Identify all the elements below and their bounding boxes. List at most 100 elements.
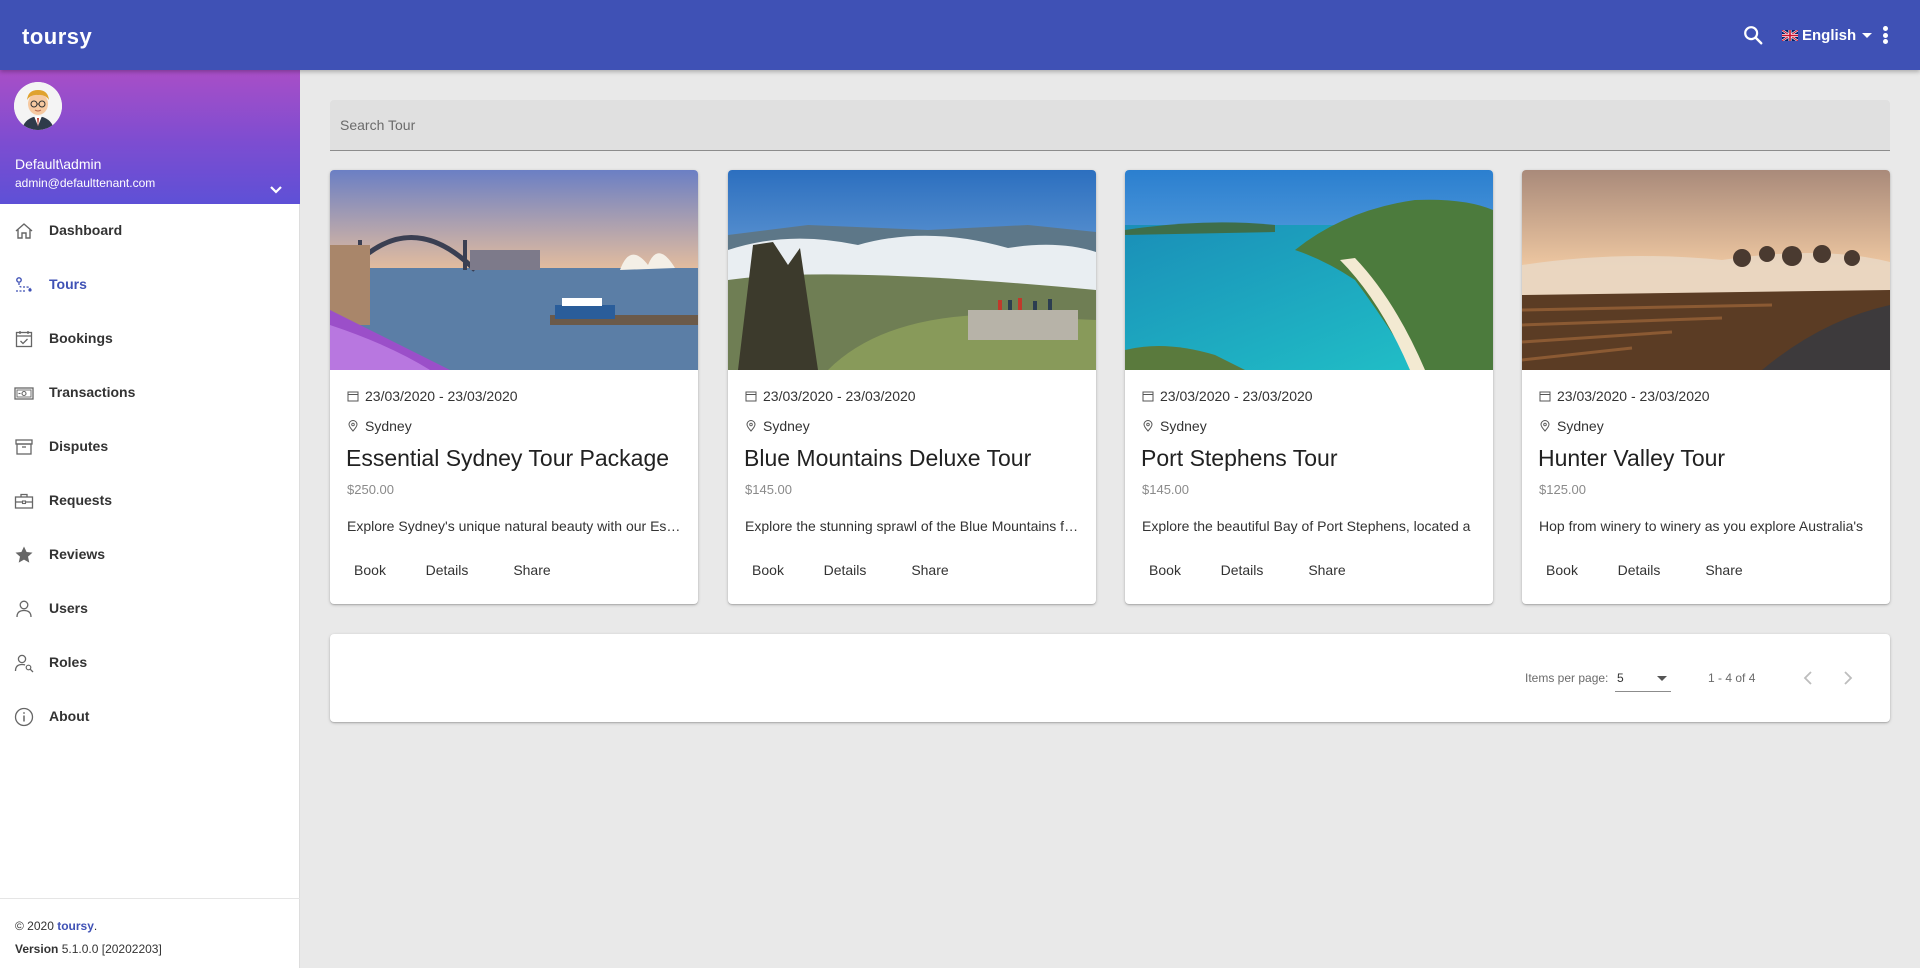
sidebar: Default\admin admin@defaulttenant.com Da… (0, 70, 300, 968)
tour-date: 23/03/2020 - 23/03/2020 (1539, 388, 1710, 404)
search-icon[interactable] (1742, 24, 1764, 46)
sidebar-item-users[interactable]: Users (0, 582, 300, 636)
tour-title: Hunter Valley Tour (1538, 445, 1726, 471)
version-line: Version 5.1.0.0 [20202203] (15, 938, 285, 961)
items-per-page-label: Items per page: (1525, 671, 1609, 685)
tour-date-text: 23/03/2020 - 23/03/2020 (1160, 388, 1313, 404)
tour-location-text: Sydney (1557, 418, 1604, 434)
user-avatar-image (14, 82, 62, 130)
sidebar-item-dashboard[interactable]: Dashboard (0, 204, 300, 258)
tour-title: Essential Sydney Tour Package (346, 445, 670, 471)
calendar-icon (745, 391, 757, 402)
copyright-text: © 2020 (15, 919, 54, 933)
search-input[interactable] (340, 100, 1840, 150)
sidebar-item-about[interactable]: About (0, 690, 300, 744)
sidebar-item-disputes[interactable]: Disputes (0, 420, 300, 474)
tour-location: Sydney (1539, 418, 1604, 434)
calendar-icon (1539, 391, 1551, 402)
tour-location: Sydney (1142, 418, 1207, 434)
book-button[interactable]: Book (1133, 552, 1197, 588)
book-button[interactable]: Book (338, 552, 402, 588)
location-pin-icon (1540, 420, 1550, 432)
tour-description: Explore Sydney's unique natural beauty w… (347, 518, 683, 534)
details-button[interactable]: Details (1594, 552, 1684, 588)
share-button[interactable]: Share (1684, 552, 1764, 588)
tour-date: 23/03/2020 - 23/03/2020 (1142, 388, 1313, 404)
sidebar-item-label: Roles (49, 654, 88, 670)
tour-price: $125.00 (1539, 482, 1586, 497)
tour-description: Explore the beautiful Bay of Port Stephe… (1142, 518, 1471, 534)
chevron-down-icon[interactable] (268, 182, 284, 198)
chevron-right-icon[interactable] (1838, 668, 1858, 688)
money-icon (14, 387, 34, 400)
calendar-icon (347, 391, 359, 402)
version-label: Version (15, 942, 59, 956)
tour-location-text: Sydney (365, 418, 412, 434)
sidebar-item-label: Tours (49, 276, 87, 292)
tour-location: Sydney (745, 418, 810, 434)
language-selector[interactable]: English (1782, 24, 1873, 46)
home-icon (15, 223, 33, 239)
top-app-bar: toursy English (0, 0, 1920, 70)
sidebar-item-label: Transactions (49, 384, 136, 400)
tour-image-port-stephens (1125, 170, 1493, 370)
more-vert-icon[interactable] (1878, 24, 1892, 46)
share-button[interactable]: Share (1287, 552, 1367, 588)
tour-card: 23/03/2020 - 23/03/2020 Sydney Port Step… (1125, 170, 1493, 604)
card-actions: Book Details Share (736, 552, 970, 588)
tour-date-text: 23/03/2020 - 23/03/2020 (763, 388, 916, 404)
sidebar-item-bookings[interactable]: Bookings (0, 312, 300, 366)
sidebar-item-roles[interactable]: Roles (0, 636, 300, 690)
sidebar-item-label: Requests (49, 492, 113, 508)
share-button[interactable]: Share (890, 552, 970, 588)
tour-description: Hop from winery to winery as you explore… (1539, 518, 1864, 534)
sidebar-item-label: Users (49, 600, 88, 616)
book-button[interactable]: Book (1530, 552, 1594, 588)
avatar (14, 82, 62, 130)
copyright-period: . (93, 919, 98, 933)
details-button[interactable]: Details (402, 552, 492, 588)
location-pin-icon (348, 420, 358, 432)
star-icon (15, 546, 33, 563)
briefcase-icon (14, 493, 34, 509)
details-button[interactable]: Details (1197, 552, 1287, 588)
archive-box-icon (15, 439, 33, 455)
user-profile-header: Default\admin admin@defaulttenant.com (0, 70, 300, 204)
items-per-page-select[interactable]: 5 (1615, 664, 1671, 692)
tour-image-sydney-harbour (330, 170, 698, 370)
book-button[interactable]: Book (736, 552, 800, 588)
caret-down-icon (1862, 32, 1873, 38)
chevron-left-icon[interactable] (1798, 668, 1818, 688)
location-pin-icon (746, 420, 756, 432)
info-icon (14, 707, 34, 727)
tour-location-text: Sydney (763, 418, 810, 434)
tour-date: 23/03/2020 - 23/03/2020 (347, 388, 518, 404)
sidebar-item-tours[interactable]: Tours (0, 258, 300, 312)
card-actions: Book Details Share (338, 552, 572, 588)
sidebar-item-label: Disputes (49, 438, 109, 454)
tour-route-icon (16, 277, 32, 292)
share-button[interactable]: Share (492, 552, 572, 588)
copyright-line: © 2020 toursy. (15, 915, 285, 938)
tour-card: 23/03/2020 - 23/03/2020 Sydney Hunter Va… (1522, 170, 1890, 604)
card-actions: Book Details Share (1133, 552, 1367, 588)
tour-title: Blue Mountains Deluxe Tour (744, 445, 1032, 471)
tour-location-text: Sydney (1160, 418, 1207, 434)
page-range-label: 1 - 4 of 4 (1708, 671, 1756, 685)
tour-description: Explore the stunning sprawl of the Blue … (745, 518, 1081, 534)
details-button[interactable]: Details (800, 552, 890, 588)
sidebar-item-requests[interactable]: Requests (0, 474, 300, 528)
sidebar-item-reviews[interactable]: Reviews (0, 528, 300, 582)
calendar-check-icon (15, 331, 33, 348)
brand-logo[interactable]: toursy (22, 24, 92, 50)
sidebar-nav: Dashboard Tours Bookings Transactions Di… (0, 204, 300, 744)
brand-link[interactable]: toursy (57, 919, 94, 933)
version-value: 5.1.0.0 [20202203] (61, 942, 162, 956)
tour-image-hunter-valley (1522, 170, 1890, 370)
tour-image-blue-mountains (728, 170, 1096, 370)
tour-date-text: 23/03/2020 - 23/03/2020 (365, 388, 518, 404)
person-icon (16, 600, 32, 618)
uk-flag-icon (1782, 29, 1798, 41)
sidebar-item-transactions[interactable]: Transactions (0, 366, 300, 420)
sidebar-footer: © 2020 toursy. Version 5.1.0.0 [20202203… (0, 898, 300, 968)
